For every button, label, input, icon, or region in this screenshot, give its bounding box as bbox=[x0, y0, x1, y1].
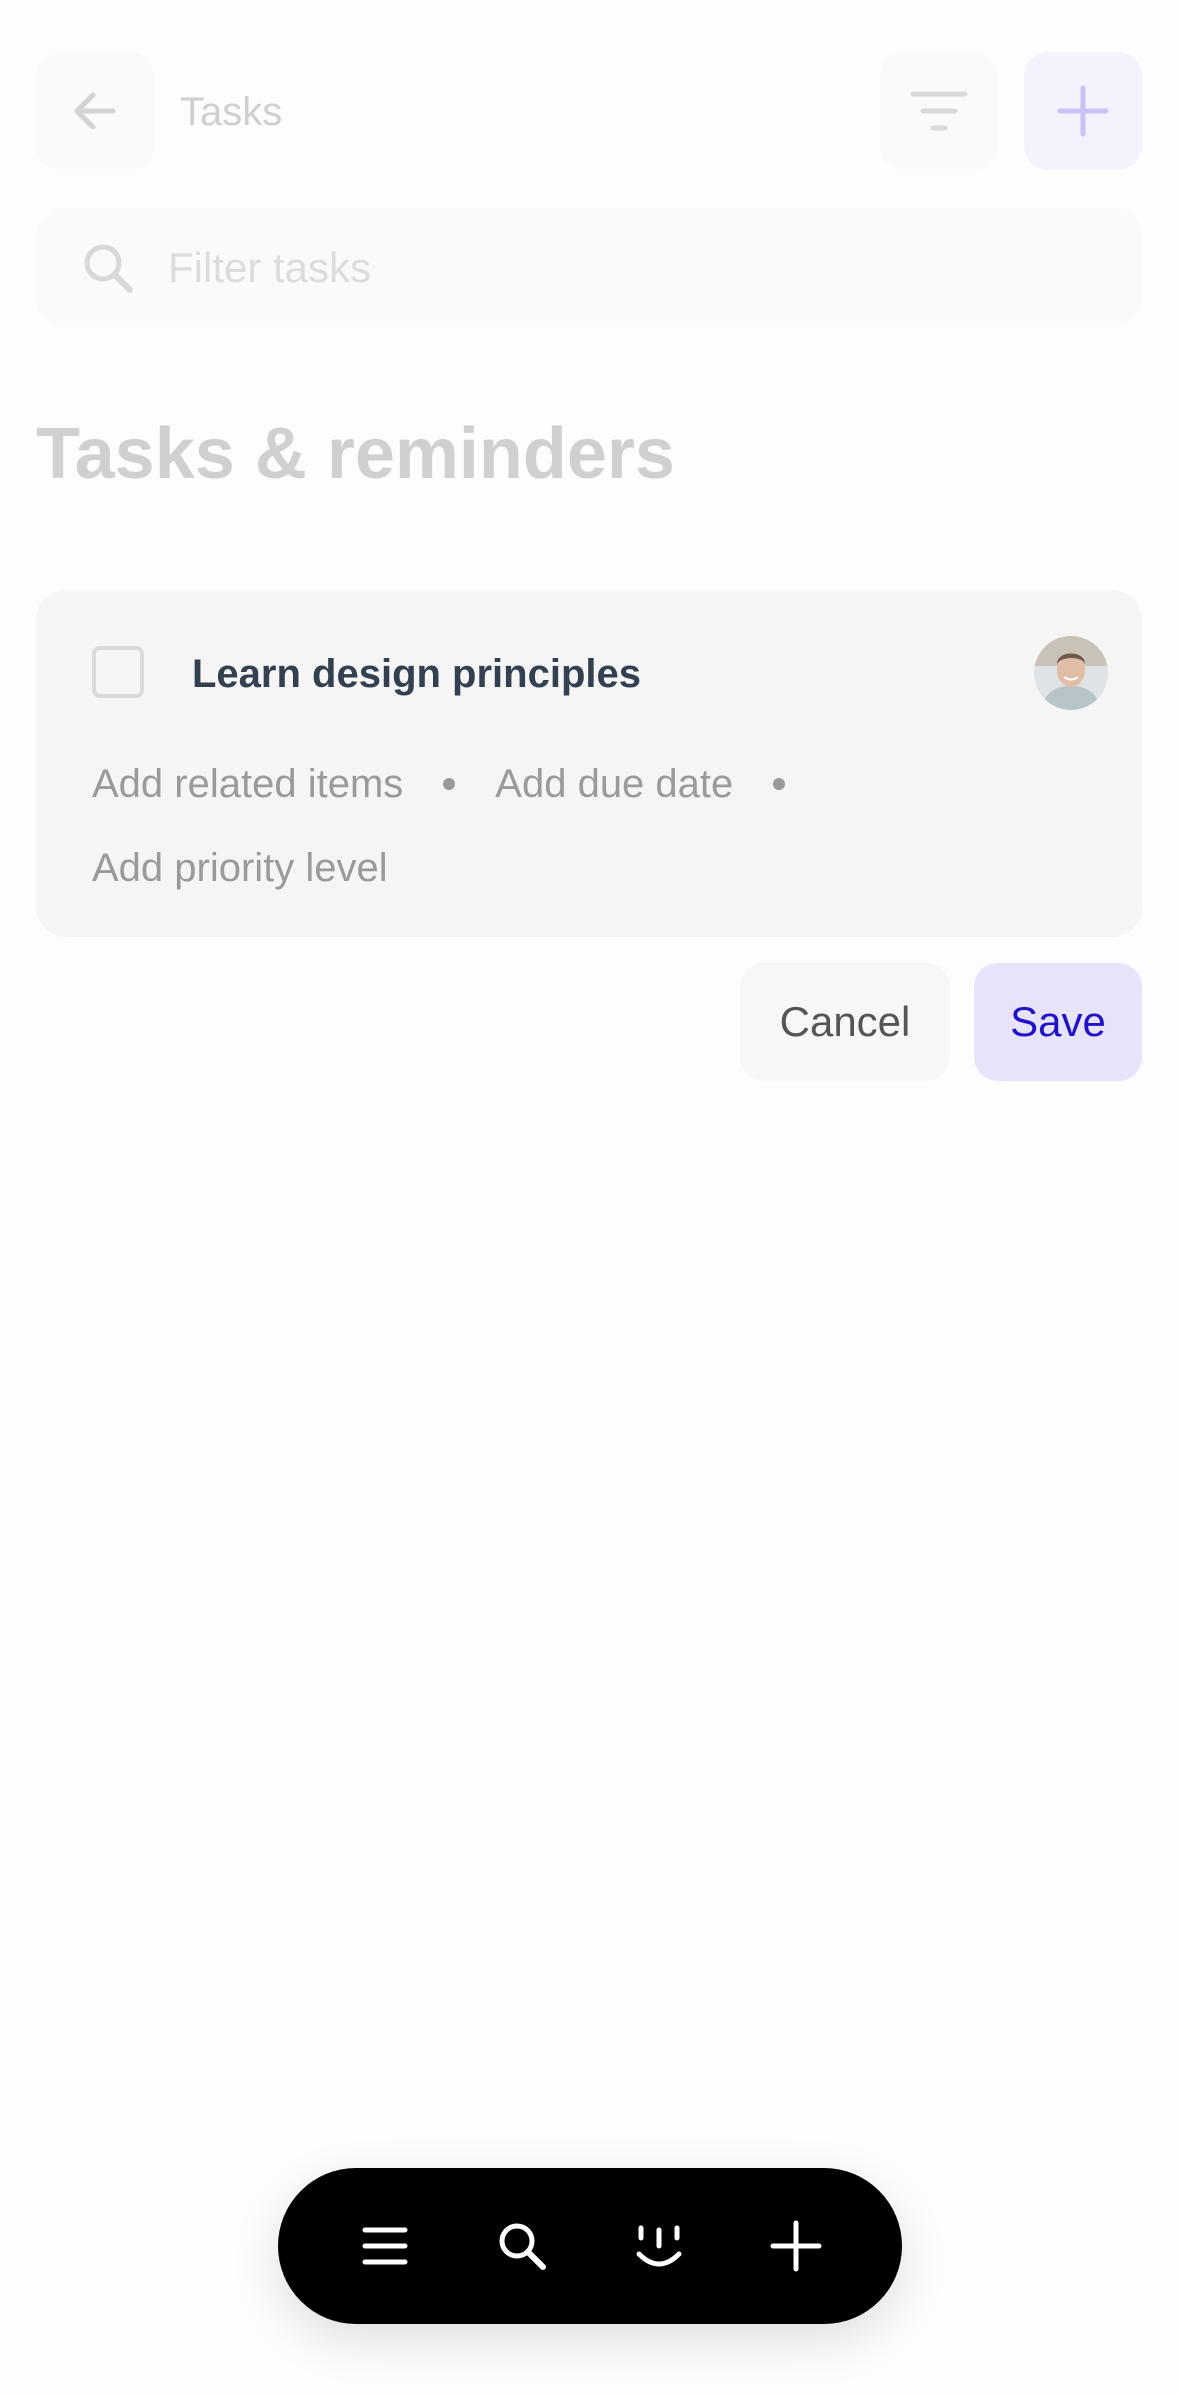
section-heading: Tasks & reminders bbox=[36, 414, 675, 494]
add-task-button[interactable] bbox=[1024, 52, 1142, 170]
page-title: Tasks bbox=[180, 90, 283, 134]
task-card[interactable]: Learn design principles Add related item… bbox=[36, 590, 1142, 937]
task-title-input[interactable]: Learn design principles bbox=[192, 646, 641, 702]
search-icon bbox=[499, 2223, 546, 2270]
menu-button[interactable] bbox=[340, 2201, 430, 2291]
dock-search-button[interactable] bbox=[477, 2201, 567, 2291]
assistant-face-icon bbox=[636, 2225, 681, 2267]
bottom-dock bbox=[278, 2168, 902, 2324]
search-input[interactable] bbox=[166, 236, 1070, 300]
dock-add-button[interactable] bbox=[751, 2201, 841, 2291]
arrow-left-icon bbox=[74, 92, 116, 130]
add-related-items-link[interactable]: Add related items bbox=[92, 756, 403, 812]
assignee-avatar[interactable] bbox=[1034, 636, 1108, 710]
assistant-button[interactable] bbox=[614, 2201, 704, 2291]
plus-icon bbox=[770, 2220, 821, 2272]
search-bar[interactable] bbox=[36, 208, 1142, 326]
plus-icon bbox=[1057, 85, 1109, 137]
save-button[interactable]: Save bbox=[974, 963, 1142, 1081]
add-due-date-link[interactable]: Add due date bbox=[495, 756, 733, 812]
add-priority-level-link[interactable]: Add priority level bbox=[92, 840, 388, 896]
separator-dot bbox=[443, 778, 456, 790]
cancel-button[interactable]: Cancel bbox=[740, 963, 950, 1081]
filter-icon bbox=[910, 91, 968, 131]
menu-icon bbox=[362, 2227, 407, 2265]
back-button[interactable] bbox=[36, 52, 154, 170]
separator-dot bbox=[773, 778, 786, 790]
task-checkbox[interactable] bbox=[92, 646, 144, 698]
search-icon bbox=[84, 244, 133, 293]
filter-button[interactable] bbox=[880, 52, 998, 170]
